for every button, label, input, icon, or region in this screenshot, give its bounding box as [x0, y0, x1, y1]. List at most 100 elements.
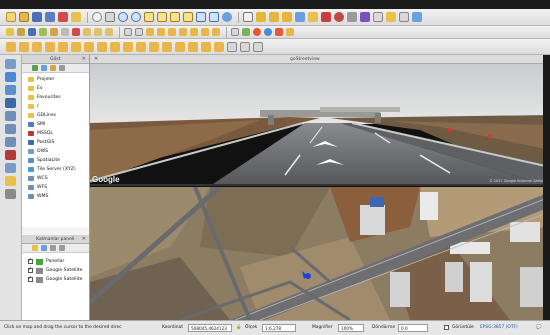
layout-icon[interactable]	[253, 41, 263, 52]
layer-item[interactable]: Panellar	[22, 257, 89, 266]
sum-icon[interactable]	[360, 12, 370, 22]
delete-selected-icon[interactable]	[72, 28, 80, 36]
zoom-native-icon[interactable]	[183, 12, 193, 22]
select-value-icon[interactable]	[269, 12, 279, 22]
change-label-icon[interactable]	[201, 28, 209, 36]
close-icon[interactable]: ✕	[94, 56, 98, 62]
render-checkbox[interactable]	[444, 325, 449, 330]
save-edits-icon[interactable]	[28, 28, 36, 36]
style-icon[interactable]	[32, 245, 38, 251]
coordinate-field[interactable]: 508045,4624123	[188, 324, 232, 332]
vertex-editor-icon[interactable]	[240, 41, 250, 52]
add-mssql-icon[interactable]	[5, 150, 16, 160]
browser-item[interactable]: PostGIS	[22, 138, 89, 147]
offset-curve-icon[interactable]	[123, 41, 133, 52]
text-annotation-icon[interactable]	[399, 12, 409, 22]
node-tool-icon[interactable]	[61, 28, 69, 36]
redo-icon[interactable]	[135, 28, 143, 36]
close-icon[interactable]: ✕	[82, 236, 86, 242]
browser-item[interactable]: OWS	[22, 147, 89, 156]
annotations-icon[interactable]	[373, 12, 383, 22]
layout-manager-icon[interactable]	[71, 12, 81, 22]
browser-item[interactable]: GDLines	[22, 111, 89, 120]
rotate-symbols-icon[interactable]	[188, 41, 198, 52]
field-calculator-icon[interactable]	[308, 12, 318, 22]
map-canvas[interactable]: ✕ goStreetview Google © 2017 Google Kull…	[90, 55, 550, 320]
street-view-panel[interactable]: ✕ goStreetview Google © 2017 Google Kull…	[90, 55, 550, 186]
new-project-icon[interactable]	[6, 12, 16, 22]
label-tool-icon[interactable]	[146, 28, 154, 36]
add-wfs-icon[interactable]	[5, 137, 16, 147]
table-icon[interactable]	[227, 41, 237, 52]
add-vector-layer-icon[interactable]	[5, 59, 16, 69]
move-feature-icon[interactable]	[50, 28, 58, 36]
copy-features-icon[interactable]	[94, 28, 102, 36]
add-group-icon[interactable]	[41, 245, 47, 251]
reshape-icon[interactable]	[110, 41, 120, 52]
new-temp-layer-icon[interactable]	[5, 189, 16, 199]
offset-symbols-icon[interactable]	[201, 41, 211, 52]
add-raster-layer-icon[interactable]	[5, 72, 16, 82]
satellite-map[interactable]	[90, 187, 550, 320]
simplify-icon[interactable]	[32, 41, 42, 52]
script-icon[interactable]	[231, 28, 239, 36]
trim-extend-icon[interactable]	[214, 41, 224, 52]
toggle-editing-icon[interactable]	[17, 28, 25, 36]
add-part-icon[interactable]	[58, 41, 68, 52]
identify-icon[interactable]	[243, 12, 253, 22]
zoom-in-icon[interactable]	[118, 12, 128, 22]
pan-icon[interactable]	[92, 12, 102, 22]
delete-part-icon[interactable]	[97, 41, 107, 52]
deselect-icon[interactable]	[282, 12, 292, 22]
new-shapefile-icon[interactable]	[5, 176, 16, 186]
scale-field[interactable]: 1:6,278	[262, 324, 296, 332]
browser-item[interactable]: /	[22, 102, 89, 111]
browser-item[interactable]: Projeler	[22, 75, 89, 84]
print-layout-icon[interactable]	[58, 12, 68, 22]
magnifier-field[interactable]: 100%	[338, 324, 364, 332]
rotate-label-icon[interactable]	[190, 28, 198, 36]
statistics-icon[interactable]	[321, 12, 331, 22]
add-csv-icon[interactable]	[5, 163, 16, 173]
messages-icon[interactable]: 💬	[536, 325, 541, 330]
split-features-icon[interactable]	[136, 41, 146, 52]
remove-layer-icon[interactable]	[59, 245, 65, 251]
zoom-next-icon[interactable]	[209, 12, 219, 22]
spatial-bookmark-icon[interactable]	[386, 12, 396, 22]
refresh-icon[interactable]	[41, 65, 47, 71]
attribute-table-icon[interactable]	[295, 12, 305, 22]
browser-item[interactable]: WMS	[22, 192, 89, 201]
fill-ring-icon[interactable]	[71, 41, 81, 52]
browser-item[interactable]: MSSQL	[22, 129, 89, 138]
snapping-icon[interactable]	[6, 41, 16, 52]
close-icon[interactable]: ✕	[82, 56, 86, 62]
undo-icon[interactable]	[124, 28, 132, 36]
show-hide-labels-icon[interactable]	[168, 28, 176, 36]
layer-visibility-checkbox[interactable]	[28, 266, 33, 273]
paste-features-icon[interactable]	[105, 28, 113, 36]
layer-item[interactable]: Google Satellite	[22, 275, 89, 284]
help-icon[interactable]	[412, 12, 422, 22]
current-edits-icon[interactable]	[6, 28, 14, 36]
browser-item[interactable]: Favourites	[22, 93, 89, 102]
save-as-icon[interactable]	[45, 12, 55, 22]
move-label-icon[interactable]	[179, 28, 187, 36]
add-postgis-icon[interactable]	[5, 98, 16, 108]
split-parts-icon[interactable]	[149, 41, 159, 52]
zoom-last-icon[interactable]	[196, 12, 206, 22]
scale-lock-icon[interactable]: 🔒	[236, 325, 241, 330]
add-ring-icon[interactable]	[45, 41, 55, 52]
measure-icon[interactable]	[334, 12, 344, 22]
browser-item[interactable]: WFS	[22, 183, 89, 192]
refresh-icon[interactable]	[222, 12, 232, 22]
browser-item[interactable]: WCS	[22, 174, 89, 183]
layer-item[interactable]: Google Satellite	[22, 266, 89, 275]
merge-attributes-icon[interactable]	[175, 41, 185, 52]
browser-item[interactable]: Ev	[22, 84, 89, 93]
plugin-icon[interactable]	[253, 28, 261, 36]
pan-to-selection-icon[interactable]	[105, 12, 115, 22]
add-spatialite-icon[interactable]	[5, 85, 16, 95]
zoom-out-icon[interactable]	[131, 12, 141, 22]
globe-icon[interactable]	[264, 28, 272, 36]
add-wms-icon[interactable]	[5, 111, 16, 121]
